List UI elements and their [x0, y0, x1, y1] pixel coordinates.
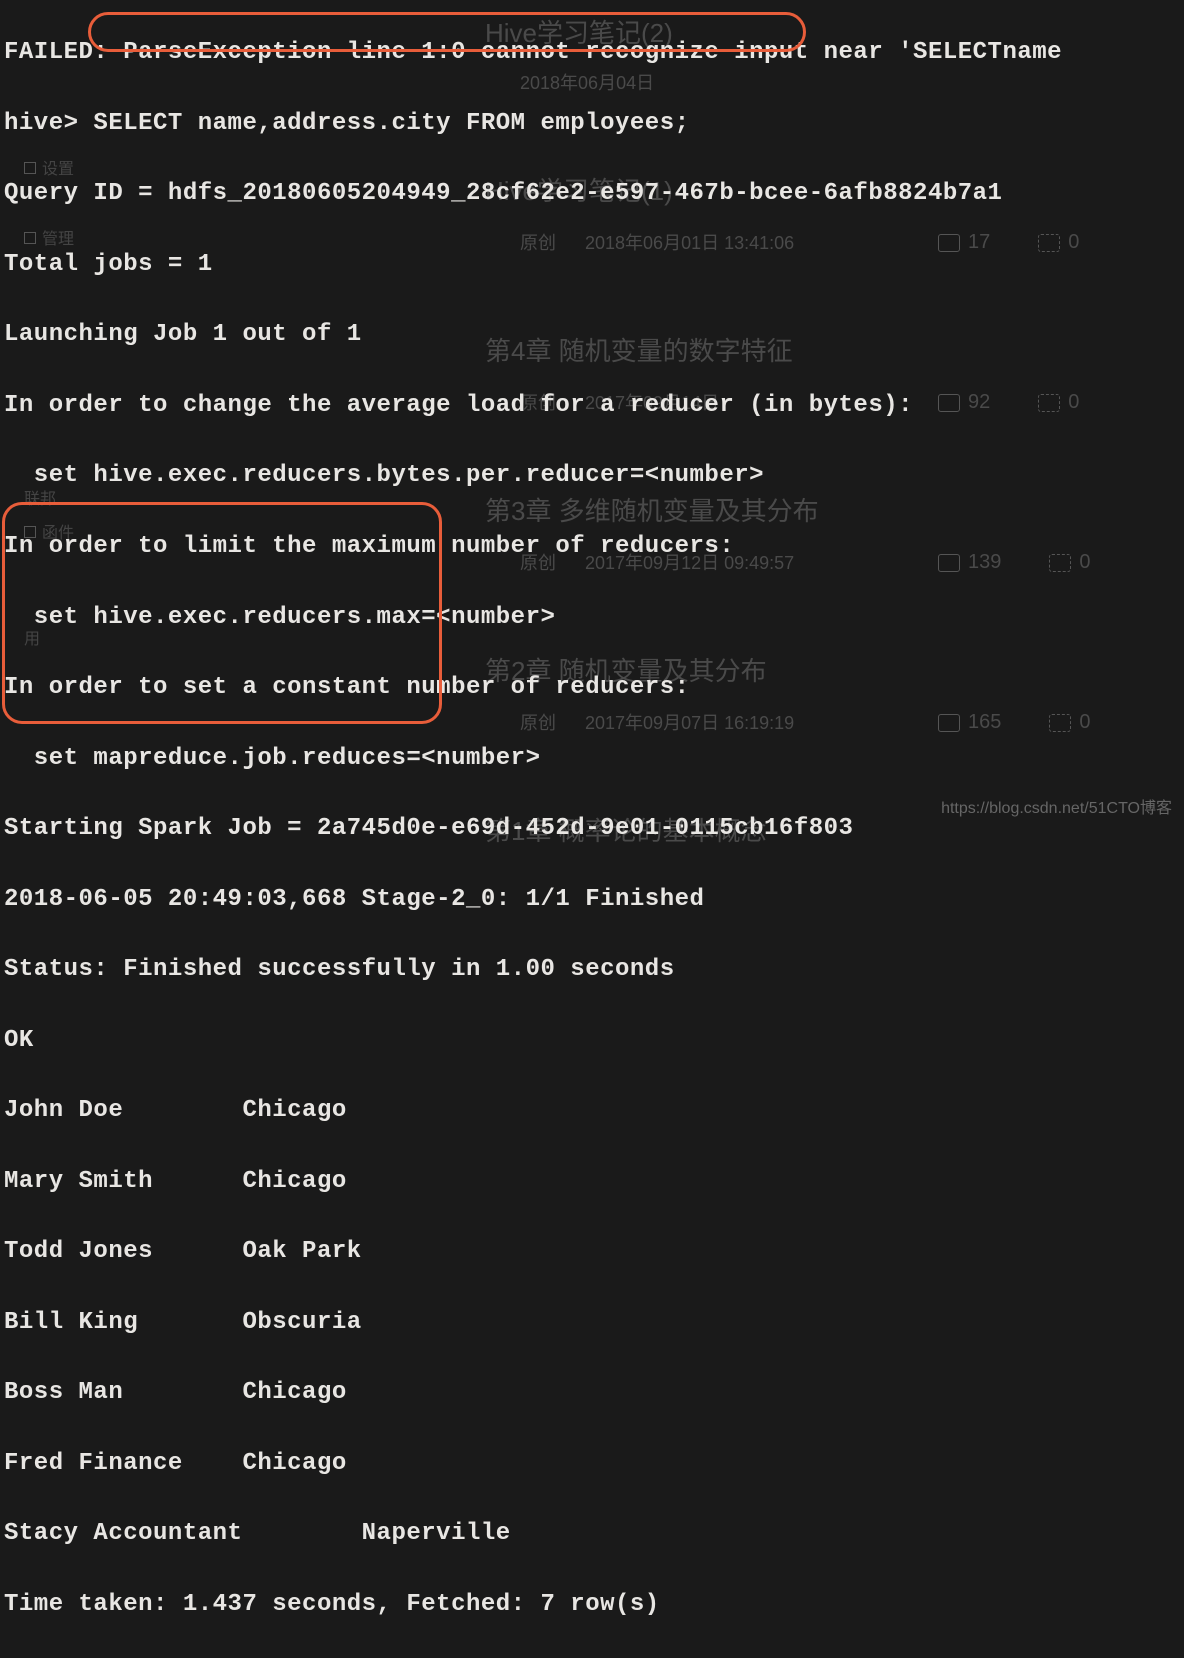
- terminal-line: Total jobs = 1: [4, 247, 1180, 282]
- terminal-line-cmd: hive> SELECT name,address.city FROM empl…: [4, 106, 1180, 141]
- terminal-line: Status: Finished successfully in 1.00 se…: [4, 952, 1180, 987]
- result-row: Todd Jones Oak Park: [4, 1234, 1180, 1269]
- terminal-line: In order to set a constant number of red…: [4, 670, 1180, 705]
- terminal-line-time: Time taken: 1.437 seconds, Fetched: 7 ro…: [4, 1587, 1180, 1622]
- result-row: Bill King Obscuria: [4, 1305, 1180, 1340]
- hive-prompt: hive>: [4, 110, 79, 137]
- terminal-line: Launching Job 1 out of 1: [4, 317, 1180, 352]
- result-row: John Doe Chicago: [4, 1093, 1180, 1128]
- watermark-text: https://blog.csdn.net/51CTO博客: [941, 797, 1172, 821]
- result-row: Fred Finance Chicago: [4, 1446, 1180, 1481]
- terminal-line: Query ID = hdfs_20180605204949_28cf62e2-…: [4, 176, 1180, 211]
- terminal-prompt-line[interactable]: hive>: [4, 1657, 1180, 1658]
- terminal-line: set hive.exec.reducers.max=<number>: [4, 600, 1180, 635]
- terminal-line: In order to change the average load for …: [4, 388, 1180, 423]
- sql-command: SELECT name,address.city FROM employees;: [79, 110, 690, 137]
- terminal-line: 2018-06-05 20:49:03,668 Stage-2_0: 1/1 F…: [4, 882, 1180, 917]
- terminal-line-error: FAILED: ParseException line 1:0 cannot r…: [4, 35, 1180, 70]
- result-row: Stacy Accountant Naperville: [4, 1516, 1180, 1551]
- terminal-line: set mapreduce.job.reduces=<number>: [4, 741, 1180, 776]
- terminal-line: In order to limit the maximum number of …: [4, 529, 1180, 564]
- result-row: Mary Smith Chicago: [4, 1164, 1180, 1199]
- terminal-output[interactable]: FAILED: ParseException line 1:0 cannot r…: [0, 0, 1184, 1658]
- terminal-line: set hive.exec.reducers.bytes.per.reducer…: [4, 458, 1180, 493]
- result-row: Boss Man Chicago: [4, 1375, 1180, 1410]
- terminal-line-ok: OK: [4, 1023, 1180, 1058]
